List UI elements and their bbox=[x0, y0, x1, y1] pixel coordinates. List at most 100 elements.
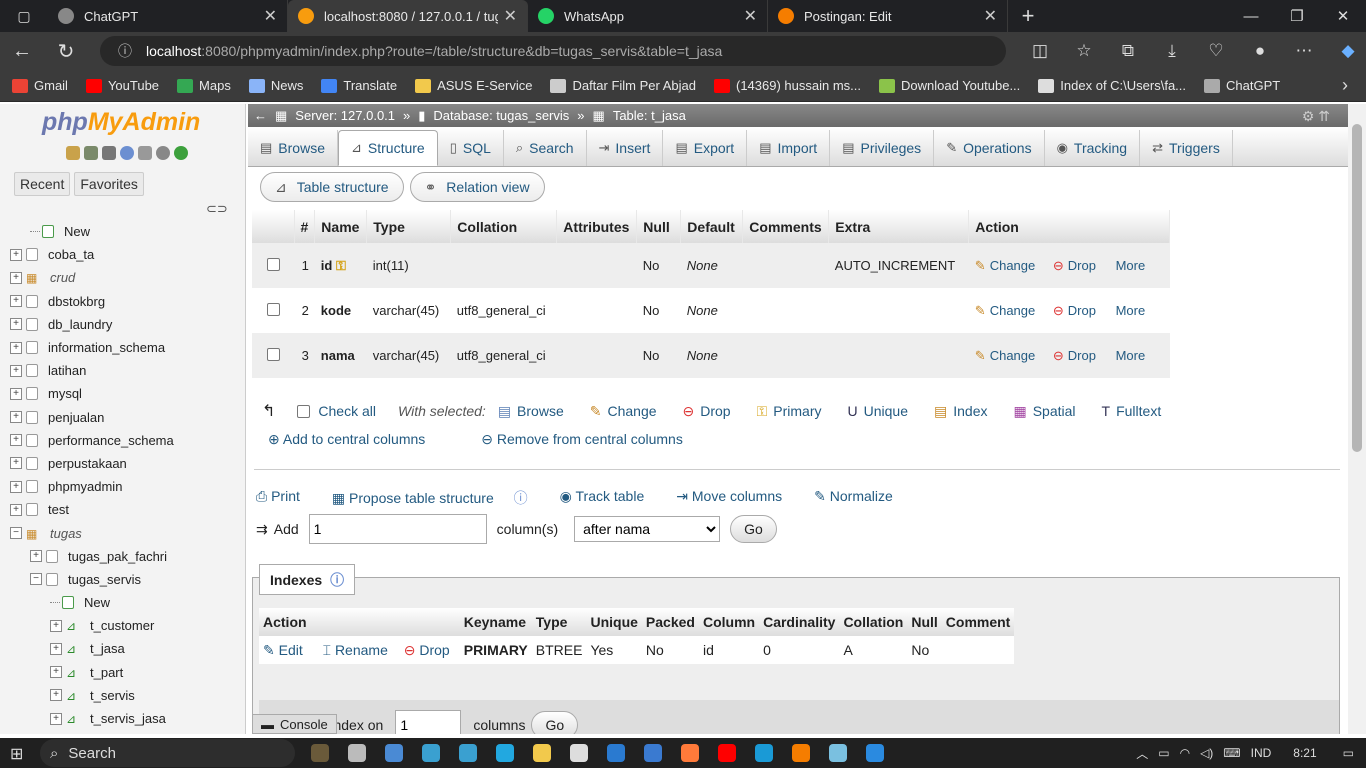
change-link[interactable]: ✎ Change bbox=[975, 348, 1035, 363]
name-cell[interactable]: kode bbox=[314, 288, 367, 333]
phpmyadmin-logo[interactable]: phpMyAdmin bbox=[42, 108, 200, 137]
tab-export[interactable]: ▤ Export bbox=[663, 130, 748, 166]
restore-icon[interactable]: ❐ bbox=[1274, 0, 1320, 32]
breadcrumb-table[interactable]: Table: t_jasa bbox=[613, 108, 686, 123]
index-column-count-input[interactable] bbox=[395, 710, 462, 734]
tree-item[interactable]: + coba_ta bbox=[10, 243, 245, 266]
bluetooth-icon[interactable] bbox=[597, 738, 634, 768]
collapse-icon[interactable]: ← bbox=[254, 108, 267, 123]
column-header[interactable]: Attributes bbox=[556, 210, 638, 243]
remove-central-columns-link[interactable]: ⊖ Remove from central columns bbox=[481, 431, 711, 448]
bookmark-item[interactable]: Daftar Film Per Abjad bbox=[550, 78, 696, 93]
refresh-icon[interactable] bbox=[174, 146, 188, 160]
bulk-change-button[interactable]: ✎ Change bbox=[590, 403, 657, 420]
bulk-browse-button[interactable]: ▤ Browse bbox=[498, 403, 564, 420]
more-dropdown[interactable]: More bbox=[1116, 258, 1146, 273]
favorites-icon[interactable]: ☆ bbox=[1062, 32, 1106, 70]
help-icon[interactable] bbox=[120, 146, 134, 160]
copilot-icon[interactable]: ◆ bbox=[1326, 32, 1366, 70]
keyboard-app-icon[interactable] bbox=[449, 738, 486, 768]
bookmark-item[interactable]: News bbox=[248, 78, 303, 93]
back-icon[interactable]: ← bbox=[0, 32, 44, 70]
propose-structure-link[interactable]: ▦ Propose table structure ⓘ bbox=[332, 488, 544, 508]
clock[interactable]: 8:21 bbox=[1293, 746, 1316, 760]
app-icon[interactable] bbox=[412, 738, 449, 768]
column-position-select[interactable]: after nama bbox=[574, 516, 721, 542]
add-central-columns-link[interactable]: ⊕ Add to central columns bbox=[268, 431, 453, 448]
expand-icon[interactable]: + bbox=[50, 712, 62, 725]
tab-tracking[interactable]: ◉ Tracking bbox=[1045, 130, 1141, 166]
tab-operations[interactable]: ✎ Operations bbox=[934, 130, 1045, 166]
tab-recent[interactable]: Recent bbox=[14, 172, 71, 196]
taskbar-search[interactable]: ⌕ Search bbox=[40, 739, 295, 767]
index-edit-link[interactable]: ✎ Edit bbox=[263, 642, 303, 658]
normalize-link[interactable]: ✎ Normalize bbox=[814, 488, 909, 508]
bulk-index-button[interactable]: ▤ Index bbox=[934, 403, 987, 420]
expand-icon[interactable]: + bbox=[50, 666, 62, 679]
track-table-link[interactable]: ◉ Track table bbox=[560, 488, 661, 508]
bookmark-item[interactable]: Maps bbox=[177, 78, 231, 93]
tab-insert[interactable]: ⇥ Insert bbox=[587, 130, 664, 166]
column-header[interactable]: Collation bbox=[450, 210, 558, 243]
settings-icon[interactable] bbox=[156, 146, 170, 160]
close-icon[interactable]: ✕ bbox=[264, 6, 277, 26]
column-header[interactable]: Comments bbox=[742, 210, 830, 243]
expand-icon[interactable]: − bbox=[10, 527, 22, 540]
row-checkbox[interactable] bbox=[266, 347, 280, 361]
collections-icon[interactable]: ⧉ bbox=[1106, 32, 1150, 70]
expand-icon[interactable]: − bbox=[30, 573, 42, 586]
tree-item[interactable]: + ⊿ t_customer bbox=[10, 614, 245, 637]
chevron-right-icon[interactable]: › bbox=[1342, 75, 1348, 96]
name-cell[interactable]: id ⚿ bbox=[314, 243, 367, 288]
change-link[interactable]: ✎ Change bbox=[975, 303, 1035, 318]
start-icon[interactable]: ⊞ bbox=[10, 744, 23, 764]
tree-item[interactable]: +⊿t_servis_part bbox=[10, 730, 245, 734]
bulk-fulltext-button[interactable]: T Fulltext bbox=[1102, 403, 1162, 420]
vscode-icon[interactable] bbox=[856, 738, 893, 768]
column-header[interactable]: Action bbox=[968, 210, 1171, 243]
tree-item[interactable]: + penjualan bbox=[10, 406, 245, 429]
media-player-icon[interactable] bbox=[560, 738, 597, 768]
scrollbar-thumb[interactable] bbox=[1352, 124, 1362, 452]
link-icon[interactable]: ⊂⊃ bbox=[206, 201, 228, 217]
tree-item[interactable]: New bbox=[10, 220, 245, 243]
close-icon[interactable]: ✕ bbox=[984, 6, 997, 26]
tree-item[interactable]: − tugas_servis bbox=[10, 568, 245, 591]
tree-item[interactable]: New bbox=[10, 591, 245, 614]
bookmark-item[interactable]: Index of C:\Users\fa... bbox=[1038, 78, 1186, 93]
file-explorer-icon[interactable] bbox=[523, 738, 560, 768]
logout-icon[interactable] bbox=[84, 146, 98, 160]
column-header[interactable]: Name bbox=[314, 210, 368, 243]
tab-table-structure[interactable]: ⊿ Table structure bbox=[260, 172, 404, 202]
name-cell[interactable]: nama bbox=[314, 333, 367, 378]
browser-tab[interactable]: Postingan: Edit ✕ bbox=[768, 0, 1008, 32]
bookmark-item[interactable]: Gmail bbox=[12, 78, 68, 93]
close-icon[interactable]: ✕ bbox=[744, 6, 757, 26]
tab-import[interactable]: ▤ Import bbox=[747, 130, 831, 166]
tree-item[interactable]: + performance_schema bbox=[10, 429, 245, 452]
tree-item[interactable]: − ▦ tugas bbox=[10, 521, 245, 544]
minimize-icon[interactable]: — bbox=[1228, 0, 1274, 32]
browser-tab[interactable]: ChatGPT ✕ bbox=[48, 0, 288, 32]
tab-privileges[interactable]: ▤ Privileges bbox=[830, 130, 935, 166]
tree-item[interactable]: + perpustakaan bbox=[10, 452, 245, 475]
row-checkbox[interactable] bbox=[266, 257, 280, 271]
url-field[interactable]: ⓘ localhost:8080/phpmyadmin/index.php?ro… bbox=[100, 36, 1006, 66]
bookmark-item[interactable]: ASUS E-Service bbox=[415, 78, 532, 93]
docs-icon[interactable] bbox=[138, 146, 152, 160]
expand-icon[interactable]: + bbox=[10, 295, 22, 308]
notepad-icon[interactable] bbox=[819, 738, 856, 768]
desktop-art-icon[interactable] bbox=[301, 738, 338, 768]
expand-icon[interactable]: + bbox=[10, 364, 22, 377]
bulk-unique-button[interactable]: U Unique bbox=[848, 403, 909, 420]
wifi-icon[interactable]: ◠ bbox=[1180, 746, 1190, 760]
expand-icon[interactable]: + bbox=[30, 550, 42, 563]
tree-item[interactable]: + ⊿ t_servis_jasa bbox=[10, 707, 245, 730]
expand-icon[interactable]: + bbox=[10, 411, 22, 424]
notification-icon[interactable]: ▭ bbox=[1343, 746, 1354, 760]
more-dropdown[interactable]: More bbox=[1116, 348, 1146, 363]
tree-item[interactable]: + information_schema bbox=[10, 336, 245, 359]
tree-item[interactable]: + latihan bbox=[10, 359, 245, 382]
volume-icon[interactable]: ◁) bbox=[1200, 746, 1213, 760]
drop-link[interactable]: ⊖ Drop bbox=[1053, 258, 1096, 273]
